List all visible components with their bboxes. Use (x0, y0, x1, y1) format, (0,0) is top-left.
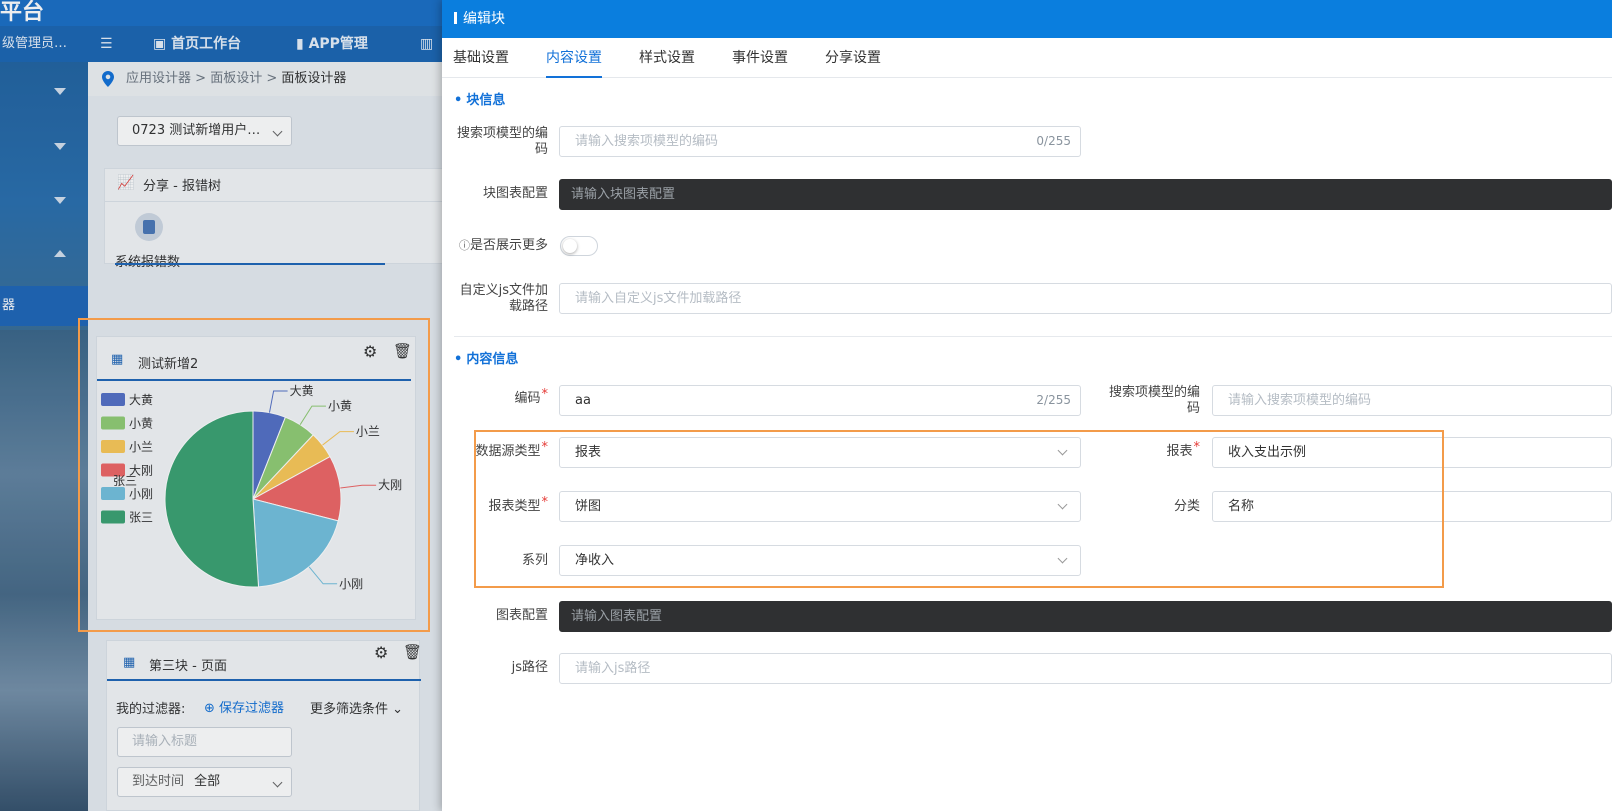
show-more-toggle[interactable] (560, 236, 598, 256)
report-type-select[interactable]: 饼图 (559, 491, 1081, 522)
chevron-down-icon (1057, 499, 1068, 510)
info-icon: ⓘ (458, 239, 470, 252)
char-count: 2/255 (1036, 393, 1071, 407)
field-label: 数据源类型* (475, 440, 548, 459)
section-content-info: 内容信息 (454, 348, 518, 367)
settings-tabs: 基础设置 内容设置 样式设置 事件设置 分享设置 (442, 38, 1612, 78)
tab-event[interactable]: 事件设置 (732, 38, 788, 78)
edit-block-drawer: 编辑块 基础设置 内容设置 样式设置 事件设置 分享设置 块信息 搜索项模型的编… (442, 0, 1612, 811)
chart-config-input[interactable]: 请输入图表配置 (559, 601, 1612, 632)
title-bar-mark (454, 12, 457, 24)
search-model-code-input[interactable]: 请输入搜索项模型的编码 0/255 (559, 126, 1081, 157)
field-label: 图表配置 (495, 608, 548, 623)
field-label: 报表* (1166, 440, 1200, 459)
tab-style[interactable]: 样式设置 (639, 38, 695, 78)
modal-mask[interactable] (0, 0, 442, 811)
search-model-code-input-2[interactable]: 请输入搜索项模型的编码 (1212, 385, 1612, 416)
tab-share[interactable]: 分享设置 (825, 38, 881, 78)
char-count: 0/255 (1036, 134, 1071, 148)
code-input[interactable]: aa 2/255 (559, 385, 1081, 416)
field-label: 自定义js文件加载路径 (459, 283, 548, 314)
field-label: 报表类型* (488, 495, 548, 514)
field-label: 系列 (521, 553, 548, 568)
category-select[interactable]: 名称 (1212, 491, 1612, 522)
series-select[interactable]: 净收入 (559, 545, 1081, 576)
report-select[interactable]: 收入支出示例 (1212, 437, 1612, 468)
js-path-input[interactable]: 请输入js路径 (559, 653, 1612, 684)
tab-basic[interactable]: 基础设置 (453, 38, 509, 78)
divider (454, 336, 1612, 337)
field-label: 搜索项模型的编码 (1108, 385, 1200, 416)
drawer-header: 编辑块 (442, 0, 1612, 38)
custom-js-path-input[interactable]: 请输入自定义js文件加载路径 (559, 283, 1612, 314)
field-label: 搜索项模型的编码 (456, 126, 548, 157)
field-label: 编码* (514, 387, 548, 406)
toggle-knob (563, 239, 577, 253)
tab-content[interactable]: 内容设置 (546, 38, 602, 78)
block-chart-config-input[interactable]: 请输入块图表配置 (559, 179, 1612, 210)
field-label: js路径 (511, 660, 548, 675)
datasource-type-select[interactable]: 报表 (559, 437, 1081, 468)
drawer-title: 编辑块 (463, 11, 505, 27)
field-label: 分类 (1173, 499, 1200, 514)
chevron-down-icon (1057, 553, 1068, 564)
field-label: ⓘ是否展示更多 (458, 238, 548, 253)
section-block-info: 块信息 (454, 89, 505, 108)
field-label: 块图表配置 (482, 186, 548, 201)
chevron-down-icon (1057, 445, 1068, 456)
